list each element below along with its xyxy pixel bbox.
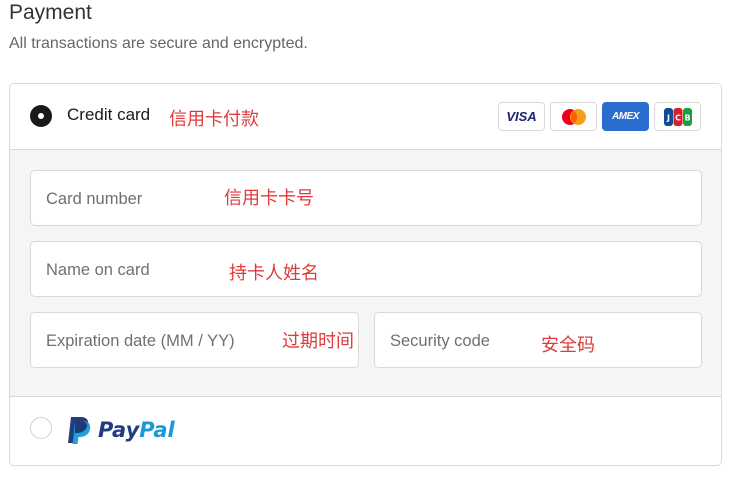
- name-on-card-annotation: 持卡人姓名: [229, 263, 319, 284]
- svg-text:B: B: [684, 113, 690, 122]
- page-subtitle: All transactions are secure and encrypte…: [9, 35, 308, 52]
- amex-logo-text: AMEX: [612, 111, 639, 122]
- payment-page: Payment All transactions are secure and …: [0, 0, 735, 477]
- credit-card-option[interactable]: Credit card 信用卡付款 VISA AMEX J C B: [10, 84, 721, 150]
- paypal-radio[interactable]: [30, 417, 52, 439]
- payment-methods-box: Credit card 信用卡付款 VISA AMEX J C B Card n…: [9, 83, 722, 466]
- paypal-icon: [68, 417, 91, 444]
- security-code-placeholder: Security code: [390, 332, 490, 350]
- svg-text:J: J: [666, 113, 670, 122]
- credit-card-radio[interactable]: [30, 105, 52, 127]
- name-on-card-placeholder: Name on card: [46, 261, 150, 279]
- credit-card-annotation: 信用卡付款: [169, 109, 259, 130]
- svg-text:C: C: [675, 113, 681, 122]
- card-brand-logos: VISA AMEX J C B: [498, 102, 701, 132]
- credit-card-label: Credit card: [67, 105, 151, 124]
- credit-card-form: Card number 信用卡卡号 Name on card 持卡人姓名 Exp…: [10, 150, 721, 397]
- page-title: Payment: [9, 1, 92, 24]
- expiration-date-annotation: 过期时间: [282, 331, 354, 352]
- security-code-field[interactable]: Security code 安全码: [374, 312, 702, 368]
- paypal-option[interactable]: PayPal: [10, 397, 721, 465]
- card-number-field[interactable]: Card number 信用卡卡号: [30, 170, 702, 226]
- paypal-wordmark-pal: Pal: [139, 418, 175, 442]
- expiration-date-placeholder: Expiration date (MM / YY): [46, 332, 235, 350]
- paypal-wordmark: PayPal: [98, 418, 175, 442]
- visa-logo: VISA: [498, 102, 545, 131]
- name-on-card-field[interactable]: Name on card 持卡人姓名: [30, 241, 702, 297]
- jcb-logo: J C B: [654, 102, 701, 131]
- amex-logo: AMEX: [602, 102, 649, 131]
- mastercard-icon: [550, 102, 597, 131]
- card-number-annotation: 信用卡卡号: [224, 188, 314, 209]
- card-number-placeholder: Card number: [46, 190, 143, 208]
- paypal-logo: PayPal: [66, 415, 175, 445]
- paypal-wordmark-pay: Pay: [98, 418, 140, 442]
- expiration-date-field[interactable]: Expiration date (MM / YY) 过期时间: [30, 312, 359, 368]
- visa-logo-text: VISA: [506, 109, 537, 124]
- security-code-annotation: 安全码: [541, 335, 595, 356]
